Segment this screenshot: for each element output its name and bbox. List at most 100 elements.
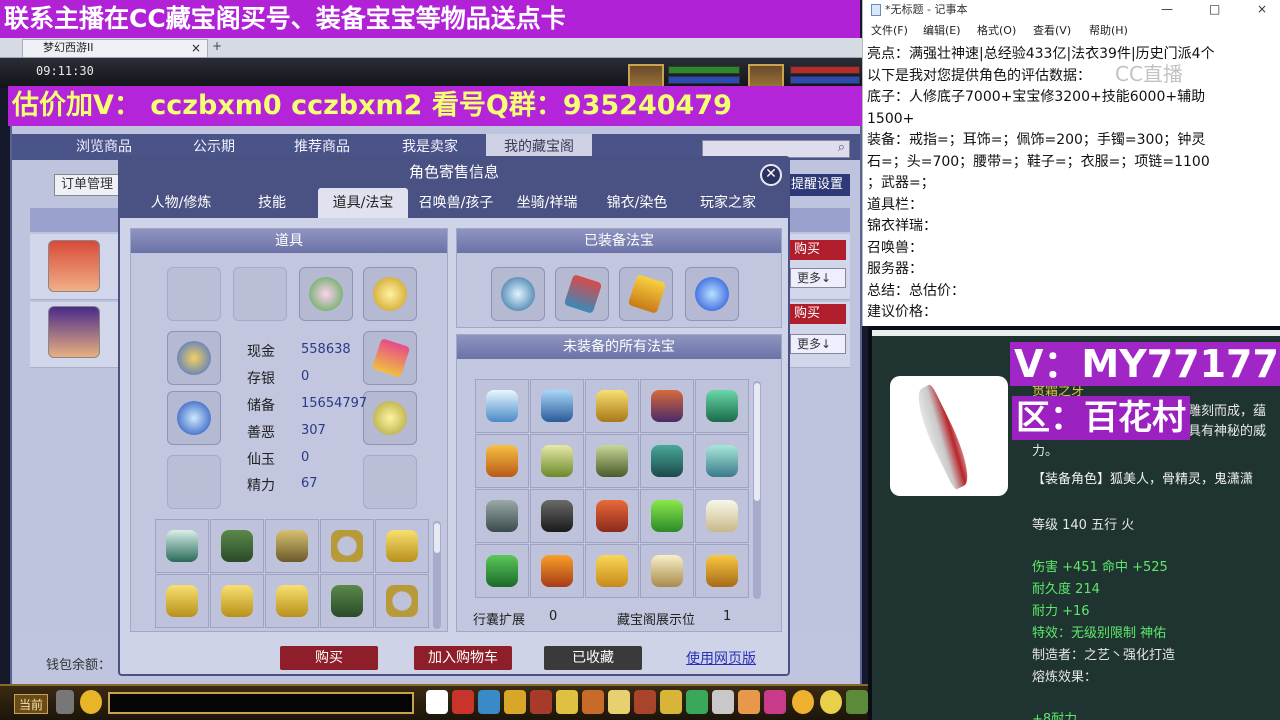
treasure-slot[interactable] — [555, 267, 609, 321]
hotkey-8-icon[interactable] — [608, 690, 630, 714]
hotkey-1-icon[interactable] — [426, 690, 448, 714]
add-to-cart-button[interactable]: 加入购物车 — [414, 646, 512, 670]
treasure-item[interactable] — [530, 489, 584, 543]
hotkey-13-icon[interactable] — [738, 690, 760, 714]
treasure-scroll-thumb[interactable] — [754, 383, 760, 501]
menu-file[interactable]: 文件(F) — [871, 20, 908, 42]
treasure-item[interactable] — [640, 489, 694, 543]
row-more-button[interactable]: 更多↓ — [790, 268, 846, 288]
menu-view[interactable]: 查看(V) — [1033, 20, 1071, 42]
buy-button[interactable]: 购买 — [280, 646, 378, 670]
hotkey-6-icon[interactable] — [556, 690, 578, 714]
inventory-slot[interactable] — [155, 519, 209, 573]
hotkey-12-icon[interactable] — [712, 690, 734, 714]
chat-channel-button[interactable]: 当前 — [14, 694, 48, 714]
tab-skills[interactable]: 技能 — [228, 188, 316, 218]
inventory-slot[interactable] — [320, 574, 374, 628]
treasure-item[interactable] — [640, 434, 694, 488]
hotkey-7-icon[interactable] — [582, 690, 604, 714]
hotkey-9-icon[interactable] — [634, 690, 656, 714]
treasure-item[interactable] — [530, 544, 584, 598]
chat-input[interactable] — [108, 692, 414, 714]
hotkey-10-icon[interactable] — [660, 690, 682, 714]
inventory-slot[interactable] — [320, 519, 374, 573]
row-more-button[interactable]: 更多↓ — [790, 334, 846, 354]
inventory-scrollbar[interactable] — [433, 521, 441, 629]
maximize-icon[interactable]: □ — [1209, 0, 1220, 18]
treasure-item[interactable] — [585, 379, 639, 433]
menu-help[interactable]: 帮助(H) — [1089, 20, 1128, 42]
treasure-item[interactable] — [640, 544, 694, 598]
equip-slot-hat[interactable] — [167, 267, 221, 321]
equip-slot-shoes[interactable] — [363, 391, 417, 445]
tab-mounts[interactable]: 坐骑/祥瑞 — [502, 188, 592, 218]
reminder-settings-button[interactable]: 提醒设置 — [784, 174, 850, 196]
minimize-icon[interactable]: — — [1161, 0, 1173, 18]
emoji-icon[interactable] — [80, 690, 102, 714]
browser-tab[interactable]: 梦幻西游II × — [22, 39, 208, 57]
tab-pets[interactable]: 召唤兽/孩子 — [410, 188, 502, 218]
role-avatar[interactable] — [48, 306, 100, 358]
treasure-item[interactable] — [695, 379, 749, 433]
role-avatar[interactable] — [48, 240, 100, 292]
hotkey-14-icon[interactable] — [764, 690, 786, 714]
menu-format[interactable]: 格式(O) — [977, 20, 1016, 42]
new-tab-icon[interactable]: + — [212, 39, 222, 53]
treasure-item[interactable] — [530, 434, 584, 488]
tab-character[interactable]: 人物/修炼 — [134, 188, 228, 218]
menu-edit[interactable]: 编辑(E) — [923, 20, 961, 42]
inventory-slot[interactable] — [155, 574, 209, 628]
tab-home[interactable]: 玩家之家 — [682, 188, 774, 218]
treasure-item[interactable] — [530, 379, 584, 433]
hotkey-2-icon[interactable] — [452, 690, 474, 714]
row-buy-button[interactable]: 购买 — [790, 304, 846, 324]
equip-slot-helmet[interactable] — [167, 331, 221, 385]
equip-slot-ring[interactable] — [363, 455, 417, 509]
hotkey-3-icon[interactable] — [478, 690, 500, 714]
close-icon[interactable]: × — [1257, 0, 1267, 18]
equip-slot-weapon[interactable] — [233, 267, 287, 321]
treasure-item[interactable] — [695, 544, 749, 598]
search-icon[interactable]: ⌕ — [838, 140, 845, 155]
treasure-slot[interactable] — [685, 267, 739, 321]
treasure-item[interactable] — [640, 379, 694, 433]
treasure-item[interactable] — [585, 544, 639, 598]
inventory-scroll-thumb[interactable] — [434, 523, 440, 553]
row-buy-button[interactable]: 购买 — [790, 240, 846, 260]
inventory-slot[interactable] — [265, 519, 319, 573]
collected-button[interactable]: 已收藏 — [544, 646, 642, 670]
hotkey-4-icon[interactable] — [504, 690, 526, 714]
treasure-slot[interactable] — [619, 267, 673, 321]
inventory-slot[interactable] — [375, 519, 429, 573]
equip-slot-ornament[interactable] — [363, 331, 417, 385]
treasure-item[interactable] — [475, 379, 529, 433]
hotkey-16-icon[interactable] — [820, 690, 842, 714]
web-version-link[interactable]: 使用网页版 — [686, 648, 756, 668]
treasure-item[interactable] — [695, 434, 749, 488]
hotkey-5-icon[interactable] — [530, 690, 552, 714]
mic-icon[interactable] — [56, 690, 74, 714]
treasure-item[interactable] — [475, 434, 529, 488]
equip-slot-necklace[interactable] — [167, 391, 221, 445]
treasure-item[interactable] — [475, 544, 529, 598]
equip-slot-belt[interactable] — [167, 455, 221, 509]
close-icon[interactable]: ✕ — [760, 164, 782, 186]
treasure-slot[interactable] — [491, 267, 545, 321]
hotkey-15-icon[interactable] — [792, 690, 814, 714]
hotkey-17-icon[interactable] — [846, 690, 868, 714]
treasure-item[interactable] — [475, 489, 529, 543]
order-management-dropdown[interactable]: 订单管理 — [54, 174, 126, 196]
treasure-scrollbar[interactable] — [753, 381, 761, 599]
hotkey-11-icon[interactable] — [686, 690, 708, 714]
inventory-slot[interactable] — [265, 574, 319, 628]
equip-slot-bracelet[interactable] — [363, 267, 417, 321]
tab-items[interactable]: 道具/法宝 — [318, 188, 408, 218]
tab-close-icon[interactable]: × — [191, 40, 201, 56]
treasure-item[interactable] — [585, 489, 639, 543]
treasure-item[interactable] — [585, 434, 639, 488]
inventory-slot[interactable] — [375, 574, 429, 628]
equip-slot-armor[interactable] — [299, 267, 353, 321]
treasure-item[interactable] — [695, 489, 749, 543]
inventory-slot[interactable] — [210, 574, 264, 628]
tab-outfits[interactable]: 锦衣/染色 — [592, 188, 682, 218]
